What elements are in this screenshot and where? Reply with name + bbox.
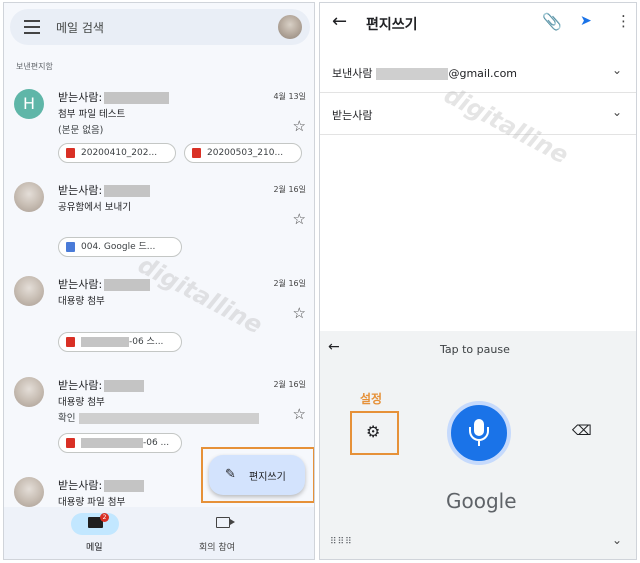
send-icon[interactable]: ➤	[580, 13, 592, 29]
redacted-block	[78, 413, 259, 424]
paperclip-icon[interactable]: 📎	[542, 12, 562, 31]
mail-sender: 받는사람:	[58, 276, 151, 292]
mail-sender: 받는사람:	[58, 89, 170, 105]
settings-highlight-box	[350, 411, 399, 455]
section-label: 보낸편지함	[16, 62, 53, 71]
search-input[interactable]: 메일 검색	[56, 19, 104, 36]
mail-subject: 대용량 첨부	[58, 397, 105, 408]
avatar	[14, 477, 44, 507]
chevron-down-icon[interactable]: ⌄	[612, 533, 622, 547]
mail-date: 2월 16일	[273, 185, 306, 194]
keyboard-icon[interactable]: ⠿⠿⠿	[330, 537, 353, 547]
star-icon[interactable]: ☆	[293, 304, 306, 322]
mail-preview: (본문 없음)	[58, 125, 104, 136]
compose-highlight-box	[201, 447, 314, 503]
avatar	[14, 377, 44, 407]
gmail-inbox-pane: 메일 검색 보낸편지함 H 받는사람: 4월 13일 첨부 파일 테스트 (본문…	[3, 2, 315, 560]
redacted-block	[81, 336, 129, 347]
attachment-chip[interactable]: -06 ...	[58, 433, 182, 453]
mail-sender: 받는사람:	[58, 377, 145, 393]
image-file-icon	[66, 148, 75, 158]
microphone-button[interactable]	[447, 401, 511, 465]
video-file-icon	[66, 438, 75, 448]
redacted-block	[104, 185, 151, 197]
compose-title: 편지쓰기	[366, 17, 418, 33]
star-icon[interactable]: ☆	[293, 210, 306, 228]
voice-input-panel: ← Tap to pause 설정 ⚙ ⌫ Google ⠿⠿⠿ ⌄	[320, 331, 636, 559]
star-icon[interactable]: ☆	[293, 117, 306, 135]
mail-date: 4월 13일	[273, 92, 306, 101]
attachment-chip[interactable]: 20200503_210...	[184, 143, 302, 163]
video-camera-icon[interactable]	[216, 517, 235, 528]
redacted-block	[376, 68, 449, 80]
compose-pane: ← 편지쓰기 📎 ➤ ⋮ 보낸사람 @gmail.com ⌄ 받는사람 ⌄ dig…	[319, 2, 637, 560]
watermark: digitalline	[133, 250, 268, 340]
bottom-navigation: 2 메일 회의 참여	[4, 507, 314, 559]
avatar: H	[14, 89, 44, 119]
nav-meet-label[interactable]: 회의 참여	[199, 540, 235, 553]
from-email-suffix: @gmail.com	[448, 67, 518, 80]
redacted-block	[104, 380, 145, 392]
mail-sender: 받는사람:	[58, 477, 145, 493]
nav-mail-label: 메일	[86, 543, 103, 553]
voice-status[interactable]: Tap to pause	[440, 343, 510, 356]
chevron-down-icon[interactable]: ⌄	[612, 105, 622, 119]
from-label: 보낸사람	[332, 67, 373, 80]
menu-icon[interactable]	[24, 20, 40, 34]
redacted-block	[104, 480, 145, 492]
attachment-chip[interactable]: 20200410_202...	[58, 143, 176, 163]
from-field[interactable]: 보낸사람 @gmail.com ⌄	[320, 51, 636, 93]
account-avatar[interactable]	[278, 15, 302, 39]
settings-annotation: 설정	[360, 392, 383, 406]
attachment-chip[interactable]: 004. Google 드...	[58, 237, 182, 257]
to-label: 받는사람	[332, 109, 373, 122]
image-file-icon	[192, 148, 201, 158]
compose-toolbar: ← 편지쓰기 📎 ➤ ⋮	[320, 3, 636, 45]
more-vert-icon[interactable]: ⋮	[616, 12, 631, 30]
mail-subject: 대용량 파일 첨부	[58, 497, 126, 508]
search-bar[interactable]: 메일 검색	[10, 9, 310, 45]
mail-date: 2월 16일	[273, 279, 306, 288]
redacted-block	[104, 92, 170, 104]
redacted-block	[81, 437, 143, 448]
mail-date: 2월 16일	[273, 380, 306, 389]
video-file-icon	[66, 337, 75, 347]
mail-preview: 확인	[58, 410, 259, 424]
back-arrow-icon[interactable]: ←	[328, 339, 340, 355]
doc-file-icon	[66, 242, 75, 252]
avatar	[14, 276, 44, 306]
chevron-down-icon[interactable]: ⌄	[612, 63, 622, 77]
mail-subject: 첨부 파일 테스트	[58, 109, 126, 120]
mail-sender: 받는사람:	[58, 182, 151, 198]
avatar	[14, 182, 44, 212]
mail-subject: 공유함에서 보내기	[58, 202, 131, 213]
unread-badge: 2	[100, 513, 109, 522]
mail-subject: 대용량 첨부	[58, 296, 105, 307]
backspace-icon[interactable]: ⌫	[572, 423, 592, 439]
back-arrow-icon[interactable]: ←	[332, 11, 347, 32]
star-icon[interactable]: ☆	[293, 405, 306, 423]
attachment-chip[interactable]: -06 스...	[58, 332, 182, 352]
google-logo: Google	[446, 489, 517, 513]
